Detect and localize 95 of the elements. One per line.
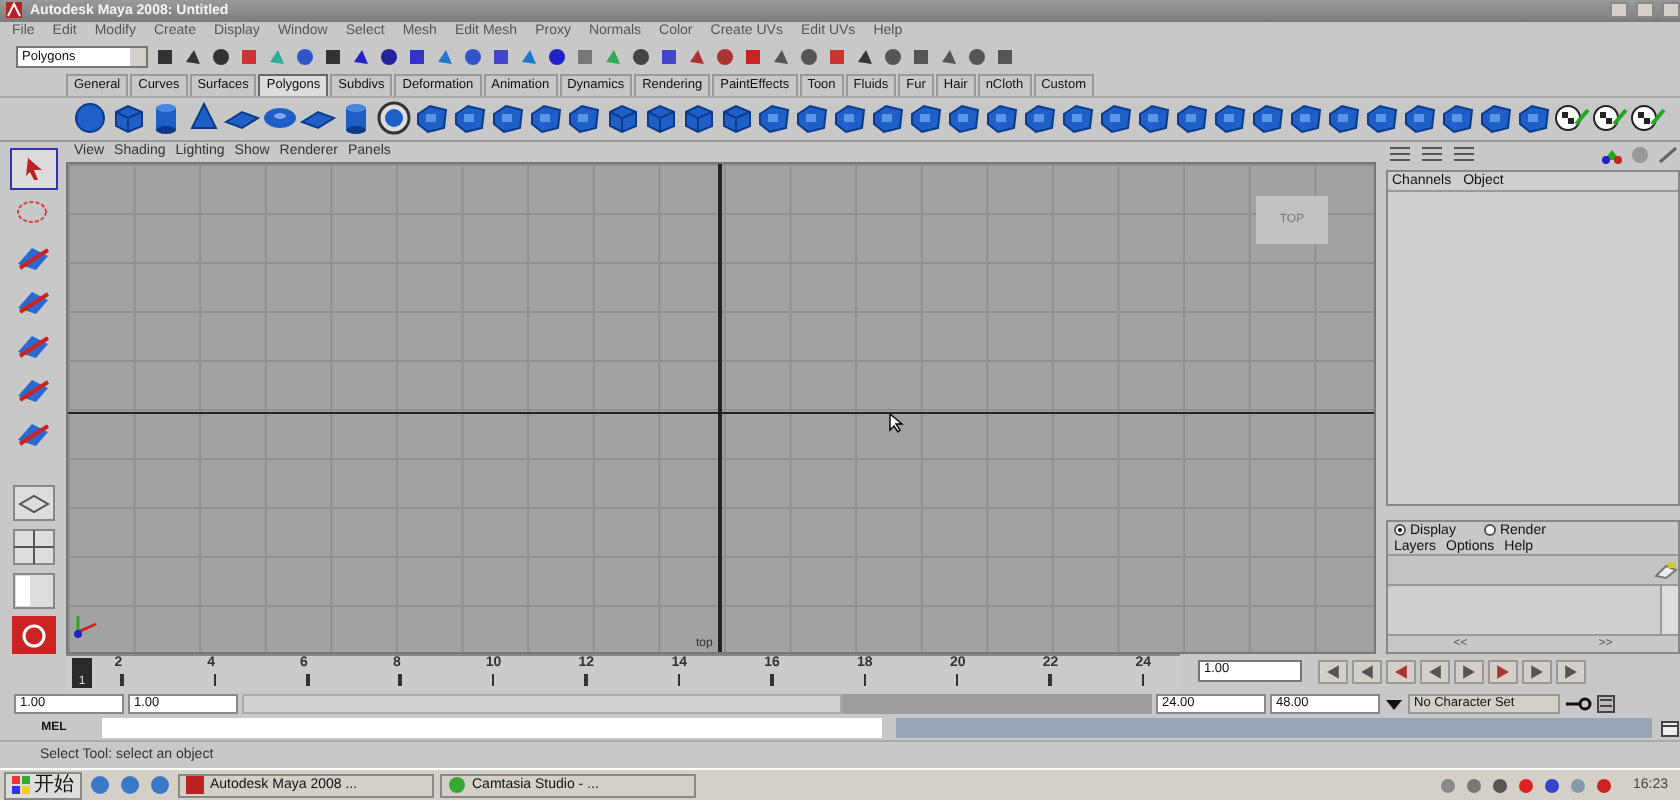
radio-button[interactable] [1394, 524, 1406, 537]
preferences-icon[interactable] [1596, 693, 1616, 714]
tool-icon[interactable] [966, 46, 988, 69]
script-editor-icon[interactable] [1660, 719, 1680, 738]
mesh-tool-icon[interactable] [1212, 100, 1248, 137]
app-icon [448, 776, 466, 795]
tool-icon[interactable] [658, 46, 680, 69]
play-backward-icon[interactable] [1420, 660, 1450, 685]
mesh-tool-icon[interactable] [946, 100, 982, 137]
ring-icon[interactable] [376, 100, 412, 137]
mesh-tool-icon[interactable] [984, 100, 1020, 137]
new-layer-icon[interactable] [1654, 559, 1678, 580]
close-button[interactable] [1662, 2, 1680, 19]
tool-icon[interactable] [630, 46, 652, 69]
mesh-tool-icon[interactable] [1478, 100, 1514, 137]
render-logo-icon[interactable] [11, 616, 55, 655]
axis-indicator-icon [72, 612, 100, 641]
layer-editor-icon[interactable] [1418, 144, 1446, 167]
tool-icon[interactable] [322, 46, 344, 69]
app-icon [6, 2, 22, 19]
step-back-icon[interactable] [1352, 660, 1382, 685]
range-slider[interactable] [242, 693, 1152, 714]
mesh-tool-icon[interactable] [1402, 100, 1438, 137]
uv-checker-icon[interactable] [1592, 100, 1628, 137]
mouse-cursor-icon [888, 411, 906, 434]
start-button[interactable]: 开始 [4, 771, 82, 800]
single-view-icon[interactable] [11, 484, 55, 523]
windows-logo-icon [12, 776, 30, 795]
step-forward-icon[interactable] [1522, 660, 1552, 685]
mesh-tool-icon[interactable] [528, 100, 564, 137]
tool-icon[interactable] [882, 46, 904, 69]
mesh-tool-icon[interactable] [1098, 100, 1134, 137]
mesh-tool-icon[interactable] [452, 100, 488, 137]
maximize-button[interactable] [1636, 2, 1654, 19]
tool-icon[interactable] [742, 46, 764, 69]
minimize-button[interactable] [1610, 2, 1628, 19]
tool-icon[interactable] [770, 46, 792, 69]
channel-box-icon[interactable] [1386, 144, 1414, 167]
tool-icon[interactable] [210, 46, 232, 69]
tool-icon[interactable] [714, 46, 736, 69]
mesh-tool-icon[interactable] [566, 100, 602, 137]
cube-icon[interactable] [680, 100, 716, 137]
mesh-tool-icon[interactable] [1136, 100, 1172, 137]
mesh-tool-icon[interactable] [414, 100, 450, 137]
play-forward-icon[interactable] [1454, 660, 1484, 685]
step-forward-key-icon[interactable] [1488, 660, 1518, 685]
tool-icon[interactable] [350, 46, 372, 69]
uv-checker-icon[interactable] [1554, 100, 1590, 137]
mesh-tool-icon[interactable] [1364, 100, 1400, 137]
command-field[interactable] [102, 718, 882, 739]
mesh-tool-icon[interactable] [870, 100, 906, 137]
mesh-tool-icon[interactable] [832, 100, 868, 137]
tool-icon[interactable] [462, 46, 484, 69]
radio-button[interactable] [1483, 524, 1496, 537]
mesh-tool-icon[interactable] [1250, 100, 1286, 137]
tool-icon[interactable] [490, 46, 512, 69]
tool-icon[interactable] [994, 46, 1016, 69]
mesh-tool-icon[interactable] [1060, 100, 1096, 137]
cube-icon[interactable] [718, 100, 754, 137]
tool-icon[interactable] [182, 46, 204, 69]
sphere-icon[interactable] [72, 100, 108, 137]
mesh-tool-icon[interactable] [1326, 100, 1362, 137]
mesh-tool-icon[interactable] [1174, 100, 1210, 137]
tool-icon[interactable] [938, 46, 960, 69]
mesh-tool-icon[interactable] [490, 100, 526, 137]
tool-icon[interactable] [686, 46, 708, 69]
mesh-tool-icon[interactable] [756, 100, 792, 137]
tool-icon[interactable] [546, 46, 568, 69]
cube-icon[interactable] [604, 100, 640, 137]
mesh-tool-icon[interactable] [1516, 100, 1552, 137]
tool-icon[interactable] [154, 46, 176, 69]
four-view-icon[interactable] [11, 528, 55, 567]
cube-icon[interactable] [642, 100, 678, 137]
dropdown-arrow-icon[interactable] [1384, 695, 1404, 712]
mesh-tool-icon[interactable] [1288, 100, 1324, 137]
tool-icon[interactable] [294, 46, 316, 69]
cube-icon[interactable] [110, 100, 146, 137]
tool-icon[interactable] [406, 46, 428, 69]
mesh-tool-icon[interactable] [1022, 100, 1058, 137]
go-to-start-icon[interactable] [1318, 660, 1348, 685]
go-to-end-icon[interactable] [1556, 660, 1586, 685]
mesh-tool-icon[interactable] [1440, 100, 1476, 137]
outliner-layout-icon[interactable] [11, 572, 55, 611]
scrollbar[interactable] [1660, 585, 1678, 635]
app-icon [186, 776, 204, 795]
tool-icon[interactable] [798, 46, 820, 69]
step-back-key-icon[interactable] [1386, 660, 1416, 685]
mesh-tool-icon[interactable] [908, 100, 944, 137]
range-slider-handle[interactable] [242, 693, 843, 714]
tool-icon[interactable] [378, 46, 400, 69]
tool-icon[interactable] [854, 46, 876, 69]
uv-checker-icon[interactable] [1630, 100, 1666, 137]
key-icon[interactable] [1564, 695, 1592, 712]
mesh-tool-icon[interactable] [794, 100, 830, 137]
tool-icon[interactable] [910, 46, 932, 69]
